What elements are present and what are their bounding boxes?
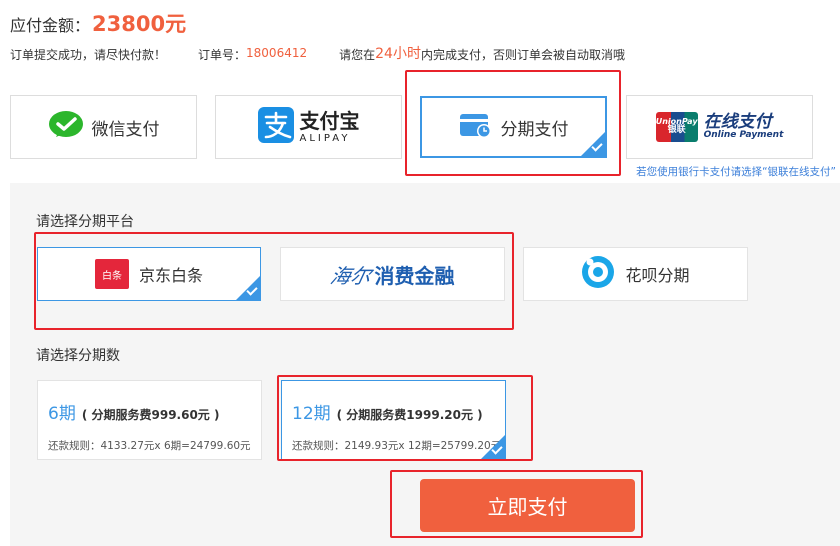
platform-label: 京东白条: [138, 266, 203, 285]
unionpay-logo: UnionPay 银联: [655, 112, 698, 142]
wechat-icon: [48, 110, 84, 144]
order-number: 18006412: [246, 46, 308, 60]
selected-check-icon: [236, 276, 260, 300]
jd-baitiao-logo: 白条: [94, 259, 129, 289]
deadline-notice-suffix: 内完成支付，否则订单会被自动取消哦: [420, 48, 625, 62]
term-fee: ( 分期服务费999.60元 ): [81, 408, 220, 422]
platform-huabei[interactable]: 花呗分期: [523, 247, 748, 301]
alipay-icon: [257, 107, 294, 147]
amount-label: 应付金额：: [10, 16, 91, 35]
term-rule: 还款规则：2149.93元x 12期=25799.20元: [292, 440, 502, 452]
pay-now-button[interactable]: 立即支付: [420, 479, 635, 532]
term-rule: 还款规则：4133.27元x 6期=24799.60元: [48, 440, 251, 452]
deadline-time: 24小时: [375, 46, 421, 62]
pay-method-wechat[interactable]: 微信支付: [10, 95, 197, 159]
unionpay-hint: 若您使用银行卡支付请选择“银联在线支付”: [636, 166, 836, 178]
alipay-label: 支付宝: [299, 108, 360, 133]
pay-method-installment[interactable]: 分期支付: [420, 96, 607, 158]
huabei-logo: [581, 255, 615, 293]
unionpay-logo-cn: 银联: [667, 125, 686, 136]
selected-check-icon: [581, 132, 605, 156]
unionpay-label: 在线支付: [703, 111, 772, 132]
pay-method-unionpay[interactable]: UnionPay 银联 在线支付 Online Payment: [626, 95, 813, 159]
selected-check-icon: [481, 435, 505, 459]
term-fee: ( 分期服务费1999.20元 ): [336, 408, 483, 422]
installment-wallet-icon: [459, 111, 493, 143]
submit-message: 订单提交成功，请尽快付款！: [10, 48, 167, 62]
term-count: 6期: [48, 404, 76, 424]
platform-title: 请选择分期平台: [36, 214, 134, 230]
jd-baitiao-badge: 白条: [101, 270, 122, 282]
haier-script: 海尔: [327, 263, 373, 288]
term-count: 12期: [292, 404, 331, 424]
platform-label: 花呗分期: [625, 266, 690, 285]
term-option-6[interactable]: 6期 ( 分期服务费999.60元 ) 还款规则：4133.27元x 6期=24…: [37, 380, 262, 460]
unionpay-sublabel: Online Payment: [703, 130, 784, 141]
platform-label: 消费金融: [374, 263, 455, 288]
platform-jd-baitiao[interactable]: 白条 京东白条: [37, 247, 261, 301]
terms-title: 请选择分期数: [36, 348, 120, 364]
deadline-notice-prefix: 请您在: [339, 48, 376, 62]
amount-value: 23800元: [92, 12, 187, 36]
term-option-12[interactable]: 12期 ( 分期服务费1999.20元 ) 还款规则：2149.93元x 12期…: [281, 380, 506, 460]
platform-haier-consumer-finance[interactable]: 海尔 消费金融: [280, 247, 505, 301]
amount-row: 应付金额： 23800元: [10, 8, 186, 36]
alipay-sublabel: ALIPAY: [299, 132, 351, 144]
pay-method-alipay[interactable]: 支付宝 ALIPAY: [215, 95, 402, 159]
order-info-row: 订单提交成功，请尽快付款！ 订单号： 18006412 请您在 24小时 内完成…: [10, 46, 625, 63]
haier-consumer-finance-logo: 海尔 消费金融: [328, 260, 455, 289]
pay-method-label: 微信支付: [91, 119, 160, 140]
order-number-label: 订单号：: [198, 48, 247, 62]
pay-method-label: 分期支付: [500, 119, 569, 140]
